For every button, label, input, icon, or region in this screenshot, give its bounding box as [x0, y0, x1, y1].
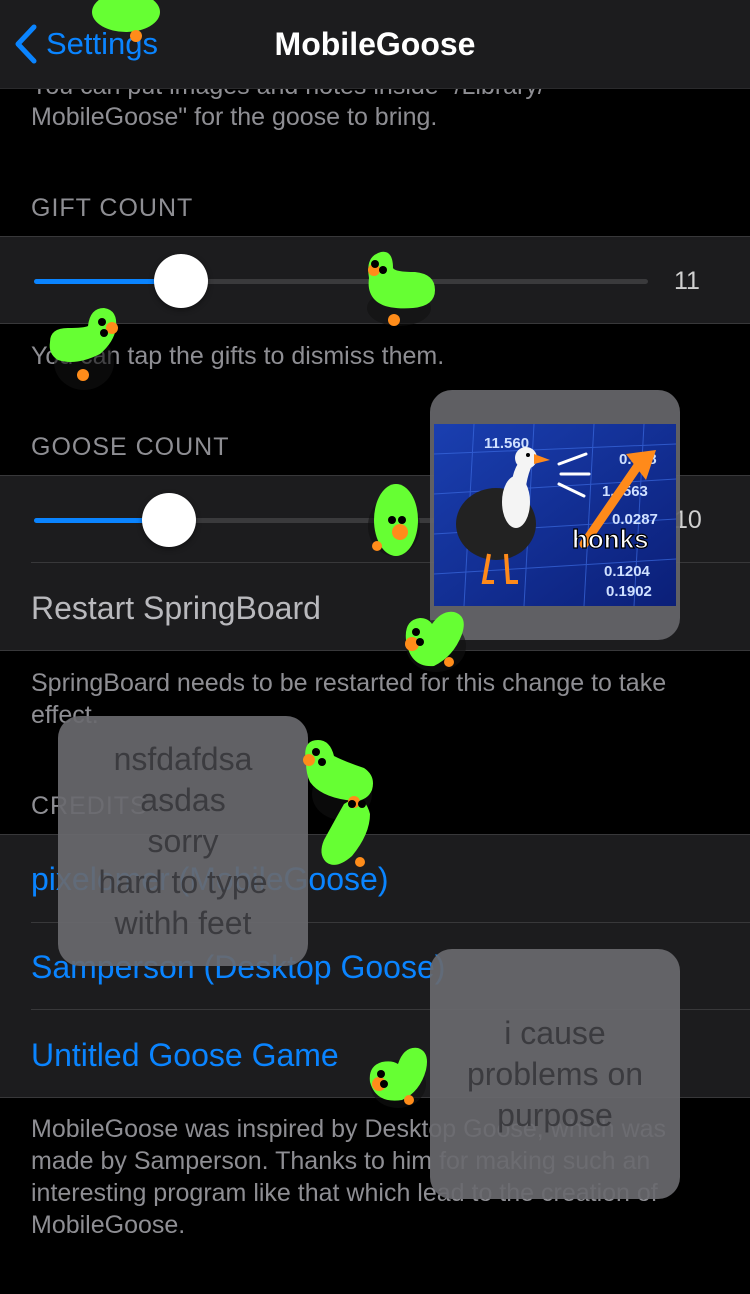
ticker-value: 0.1204 — [604, 563, 651, 580]
note-line: asdas — [140, 781, 226, 818]
goose-icon — [92, 0, 160, 42]
ticker-value: 0.1902 — [606, 583, 652, 600]
meme-caption: honks — [572, 524, 649, 554]
goose-icon — [49, 308, 118, 390]
goose-icon — [367, 251, 435, 326]
goose-icon — [405, 611, 466, 672]
note-line: problems on — [466, 1055, 644, 1092]
gift-count-slider[interactable] — [34, 279, 648, 284]
gift-count-footer: You can tap the gifts to dismiss them. — [31, 342, 445, 370]
note-line: purpose — [497, 1096, 613, 1133]
gift-count-header: GIFT COUNT — [31, 194, 194, 222]
goose-icon — [368, 484, 420, 556]
note-line: hard to type — [98, 863, 268, 900]
goose-note-card[interactable]: nsfdafdsa asdas sorry hard to type withh… — [58, 716, 308, 966]
goose-icon — [369, 1047, 427, 1108]
goose-image-card[interactable]: 11.560 0.468 1.4563 0.0287 0.1204 0.1902… — [430, 390, 680, 640]
goose-count-slider-thumb[interactable] — [142, 493, 196, 547]
gift-count-slider-thumb[interactable] — [154, 254, 208, 308]
note-line: i cause — [504, 1014, 606, 1051]
stock-goose-meme-image: 11.560 0.468 1.4563 0.0287 0.1204 0.1902… — [434, 424, 676, 606]
goose-note-card[interactable]: i cause problems on purpose — [430, 949, 680, 1199]
note-line: withh feet — [114, 904, 252, 941]
gift-count-value: 11 — [674, 267, 700, 295]
note-line: nsfdafdsa — [113, 740, 253, 777]
goose-icon — [303, 740, 373, 867]
note-line: sorry — [147, 822, 219, 859]
credit-link-untitled-goose-game[interactable]: Untitled Goose Game — [31, 1037, 339, 1074]
restart-springboard-button[interactable]: Restart SpringBoard — [31, 590, 321, 627]
goose-count-header: GOOSE COUNT — [31, 433, 230, 461]
intro-footer: MobileGoose" for the goose to bring. — [31, 103, 438, 131]
